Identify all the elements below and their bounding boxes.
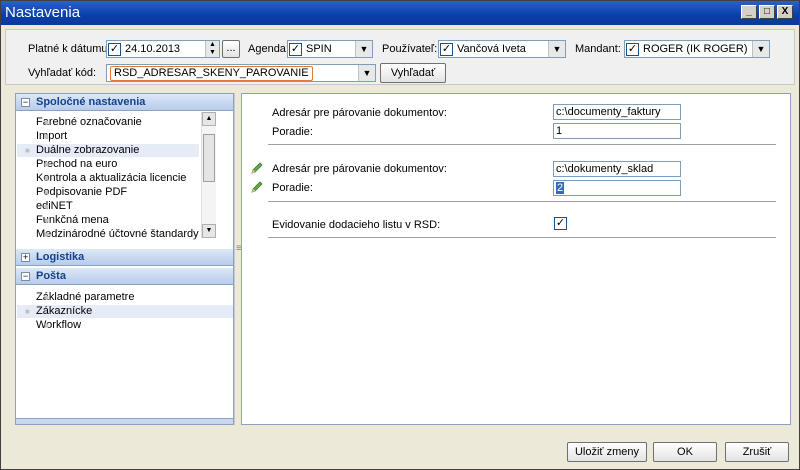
agenda-select[interactable]: ✓ SPIN ▼ [287,40,373,58]
search-code-select[interactable]: RSD_ADRESAR_SKENY_PAROVANIE ▼ [106,64,376,82]
section-mail-title: Pošta [36,270,66,282]
edit-pencil-icon [251,162,263,174]
date-spinner[interactable]: ▲ ▼ [205,41,219,57]
collapse-icon[interactable]: − [21,98,30,107]
list-item-selected[interactable]: ■ Duálne zobrazovanie [17,144,199,157]
divider [268,237,776,238]
date-checkbox[interactable]: ✓ [108,42,121,56]
date-label: Platné k dátumu: [28,43,111,55]
order-value-selected: 2 [556,182,565,194]
agenda-label: Agenda: [248,43,289,55]
user-select[interactable]: ✓ Vančová Iveta ▼ [438,40,566,58]
title-bar: Nastavenia _ □ X [1,1,799,25]
search-label: Vyhľadať kód: [28,67,97,79]
mandant-select[interactable]: ✓ ROGER (IK ROGER) ▼ [624,40,770,58]
close-button[interactable]: X [777,5,793,19]
date-picker[interactable]: ✓ 24.10.2013 ▲ ▼ [106,40,220,58]
date-picker-button[interactable]: ... [222,40,240,58]
section-logistics-title: Logistika [36,251,85,263]
settings-tree: − Spoločné nastavenia ■ Farebné označovan… [15,93,234,425]
date-value: 24.10.2013 [125,43,181,55]
ok-button[interactable]: OK [653,442,717,462]
mandant-checkbox[interactable]: ✓ [626,42,639,56]
list-item[interactable]: ■ Import [36,130,67,143]
chevron-down-icon[interactable]: ▼ [355,41,372,57]
minimize-button[interactable]: _ [741,5,757,19]
scroll-down-icon[interactable]: ▼ [202,224,216,238]
window-controls: _ □ X [741,5,793,19]
divider [268,144,776,145]
dir-label: Adresár pre párovanie dokumentov: [272,163,447,175]
mandant-value: ROGER (IK ROGER) [643,43,748,55]
user-checkbox[interactable]: ✓ [440,42,453,56]
common-list-scrollbar[interactable]: ▲ ▼ [201,112,216,238]
search-button[interactable]: Vyhľadať [380,63,446,83]
scroll-up-icon[interactable]: ▲ [202,112,216,126]
dir-input[interactable]: c:\dokumenty_sklad [553,161,681,177]
search-code-value: RSD_ADRESAR_SKENY_PAROVANIE [110,66,313,81]
order-input[interactable]: 1 [553,123,681,139]
list-item[interactable]: ■ Farebné označovanie [36,116,142,129]
save-changes-button[interactable]: Uložiť zmeny [567,442,647,462]
scroll-thumb[interactable] [203,134,215,182]
pane-footer [16,418,233,424]
mandant-label: Mandant: [575,43,621,55]
dir-input[interactable]: c:\documenty_faktury [553,104,681,120]
order-label: Poradie: [272,182,313,194]
expand-icon[interactable]: + [21,253,30,262]
divider [268,201,776,202]
order-label: Poradie: [272,126,313,138]
chevron-down-icon[interactable]: ▼ [752,41,769,57]
list-item[interactable]: ■ Kontrola a aktualizácia licencie [36,172,186,185]
list-item[interactable]: ■ ediNET [36,200,73,213]
section-common-title: Spoločné nastavenia [36,96,146,108]
agenda-checkbox[interactable]: ✓ [289,42,302,56]
section-logistics[interactable]: + Logistika [16,249,233,266]
list-item-selected[interactable]: ■ Zákaznícke [17,305,233,318]
collapse-icon[interactable]: − [21,272,30,281]
settings-detail-pane: Adresár pre párovanie dokumentov: c:\doc… [241,93,791,425]
user-label: Používateľ: [382,43,438,55]
list-item[interactable]: ■ Funkčná mena [36,214,109,227]
window-title: Nastavenia [5,4,81,21]
delivery-note-checkbox[interactable]: ✓ [554,217,567,230]
cancel-button[interactable]: Zrušiť [725,442,789,462]
list-item[interactable]: ■ Medzinárodné účtovné štandardy [36,228,199,241]
dir-label: Adresár pre párovanie dokumentov: [272,107,447,119]
maximize-button[interactable]: □ [759,5,775,19]
section-mail[interactable]: − Pošta [16,268,233,285]
filter-bar: Platné k dátumu: ✓ 24.10.2013 ▲ ▼ ... Agen… [5,29,795,85]
list-item[interactable]: ■ Workflow [36,319,81,332]
list-item[interactable]: ■ Prechod na euro [36,158,117,171]
delivery-note-label: Evidovanie dodacieho listu v RSD: [272,219,441,231]
chevron-down-icon[interactable]: ▼ [358,65,375,81]
list-item[interactable]: ■ Podpisovanie PDF [36,186,127,199]
agenda-value: SPIN [306,43,332,55]
user-value: Vančová Iveta [457,43,526,55]
order-input[interactable]: 2 [553,180,681,196]
settings-window: Nastavenia _ □ X Platné k dátumu: ✓ 24.10… [0,0,800,470]
section-common[interactable]: − Spoločné nastavenia [16,94,233,111]
chevron-down-icon[interactable]: ▼ [548,41,565,57]
pane-splitter[interactable]: ≡ [234,93,242,425]
list-item[interactable]: ■ Základné parametre [36,291,134,304]
edit-pencil-icon [251,181,263,193]
